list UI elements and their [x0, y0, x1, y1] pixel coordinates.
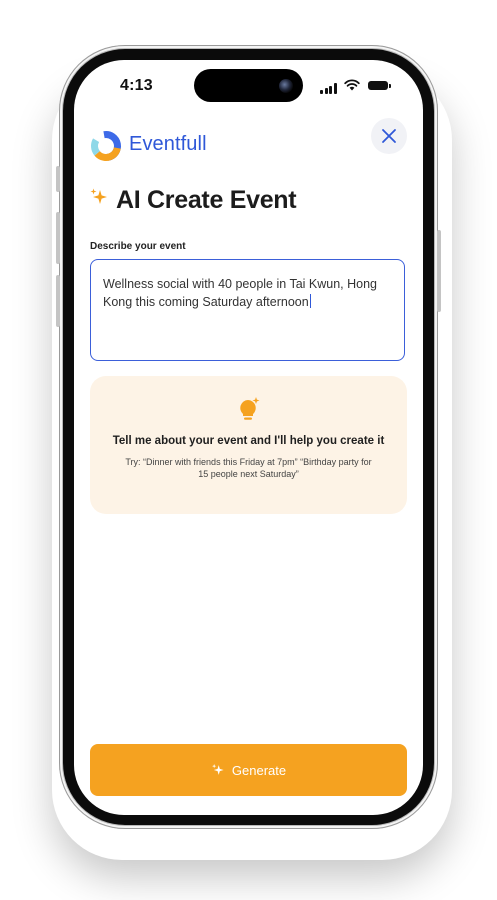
event-description-input[interactable]: Wellness social with 40 people in Tai Kw…: [90, 259, 405, 361]
text-caret: [309, 294, 312, 308]
close-icon: [382, 129, 396, 143]
brand-name: Eventfull: [129, 133, 207, 155]
battery-icon: [368, 81, 391, 90]
page-title: AI Create Event: [116, 186, 297, 214]
hint-title: Tell me about your event and I'll help y…: [112, 435, 385, 447]
power-button: [437, 230, 441, 312]
sparkle-icon: [90, 188, 107, 204]
generate-label: Generate: [231, 762, 287, 778]
eventfull-logo-icon: [91, 131, 121, 161]
volume-up-button: [56, 212, 60, 264]
status-icons: [320, 79, 391, 94]
hint-examples: Try: “Dinner with friends this Friday at…: [125, 457, 372, 479]
close-button[interactable]: [371, 118, 407, 154]
status-time: 4:13: [120, 77, 153, 94]
mute-switch: [56, 166, 60, 192]
lightbulb-icon: [240, 397, 260, 420]
event-description-text: Wellness social with 40 people in Tai Kw…: [103, 277, 377, 309]
generate-button[interactable]: Generate: [90, 744, 407, 796]
sparkle-icon: [211, 764, 224, 775]
volume-down-button: [56, 275, 60, 327]
phone-screen: 4:13 Eventfull AI Create Event Describe …: [74, 60, 423, 815]
camera-icon: [279, 79, 293, 93]
wifi-icon: [344, 79, 360, 91]
description-label: Describe your event: [90, 241, 186, 252]
hint-card: Tell me about your event and I'll help y…: [90, 376, 407, 514]
